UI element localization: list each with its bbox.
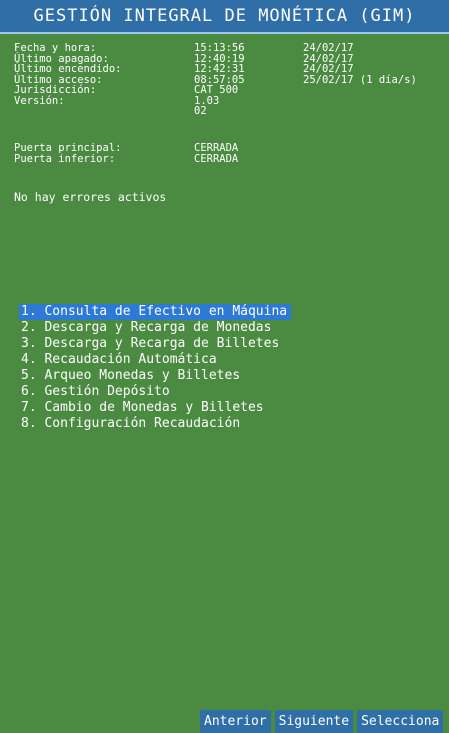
menu-item-gestion-deposito[interactable]: 6. Gestión Depósito: [19, 384, 174, 400]
title-bar: GESTIÓN INTEGRAL DE MONÉTICA (GIM): [0, 0, 449, 34]
menu-item-recaudacion-automatica[interactable]: 4. Recaudación Automática: [19, 352, 221, 368]
encendido-date: 24/02/17: [303, 63, 354, 75]
previous-button[interactable]: Anterior: [200, 710, 271, 733]
menu-item-cambio[interactable]: 7. Cambio de Monedas y Billetes: [19, 400, 268, 416]
inferior-label: Puerta inferior:: [14, 152, 116, 165]
next-button[interactable]: Siguiente: [274, 710, 354, 733]
principal-value: CERRADA: [194, 142, 239, 154]
menu-item-consulta-efectivo[interactable]: 1. Consulta de Efectivo en Máquina: [19, 304, 292, 320]
fecha-time: 15:13:56: [194, 42, 245, 54]
jurisdiccion-value: CAT 500: [194, 84, 239, 96]
main-menu: 1. Consulta de Efectivo en Máquina 2. De…: [19, 304, 292, 432]
menu-item-descarga-monedas[interactable]: 2. Descarga y Recarga de Monedas: [19, 320, 275, 336]
version-label: Versión:: [14, 94, 65, 107]
acceso-date: 25/02/17 (1 día/s): [303, 73, 417, 86]
footer-bar: Anterior Siguiente Selecciona: [200, 710, 444, 733]
menu-item-configuracion-recaudacion[interactable]: 8. Configuración Recaudación: [19, 416, 244, 432]
page-title: GESTIÓN INTEGRAL DE MONÉTICA (GIM): [33, 6, 416, 26]
menu-item-arqueo[interactable]: 5. Arqueo Monedas y Billetes: [19, 368, 244, 384]
errors-message: No hay errores activos: [14, 190, 167, 204]
encendido-time: 12:42:31: [194, 63, 245, 75]
menu-item-descarga-billetes[interactable]: 3. Descarga y Recarga de Billetes: [19, 336, 283, 352]
fecha-label: Fecha y hora:: [14, 42, 97, 54]
encendido-label: Último encendido:: [14, 63, 122, 75]
select-button[interactable]: Selecciona: [357, 710, 444, 733]
version-sub-value: 02: [194, 105, 207, 117]
jurisdiccion-label: Jurisdicción:: [14, 84, 97, 96]
inferior-value: CERRADA: [194, 152, 239, 165]
fecha-date: 24/02/17: [303, 42, 354, 54]
principal-label: Puerta principal:: [14, 142, 122, 154]
